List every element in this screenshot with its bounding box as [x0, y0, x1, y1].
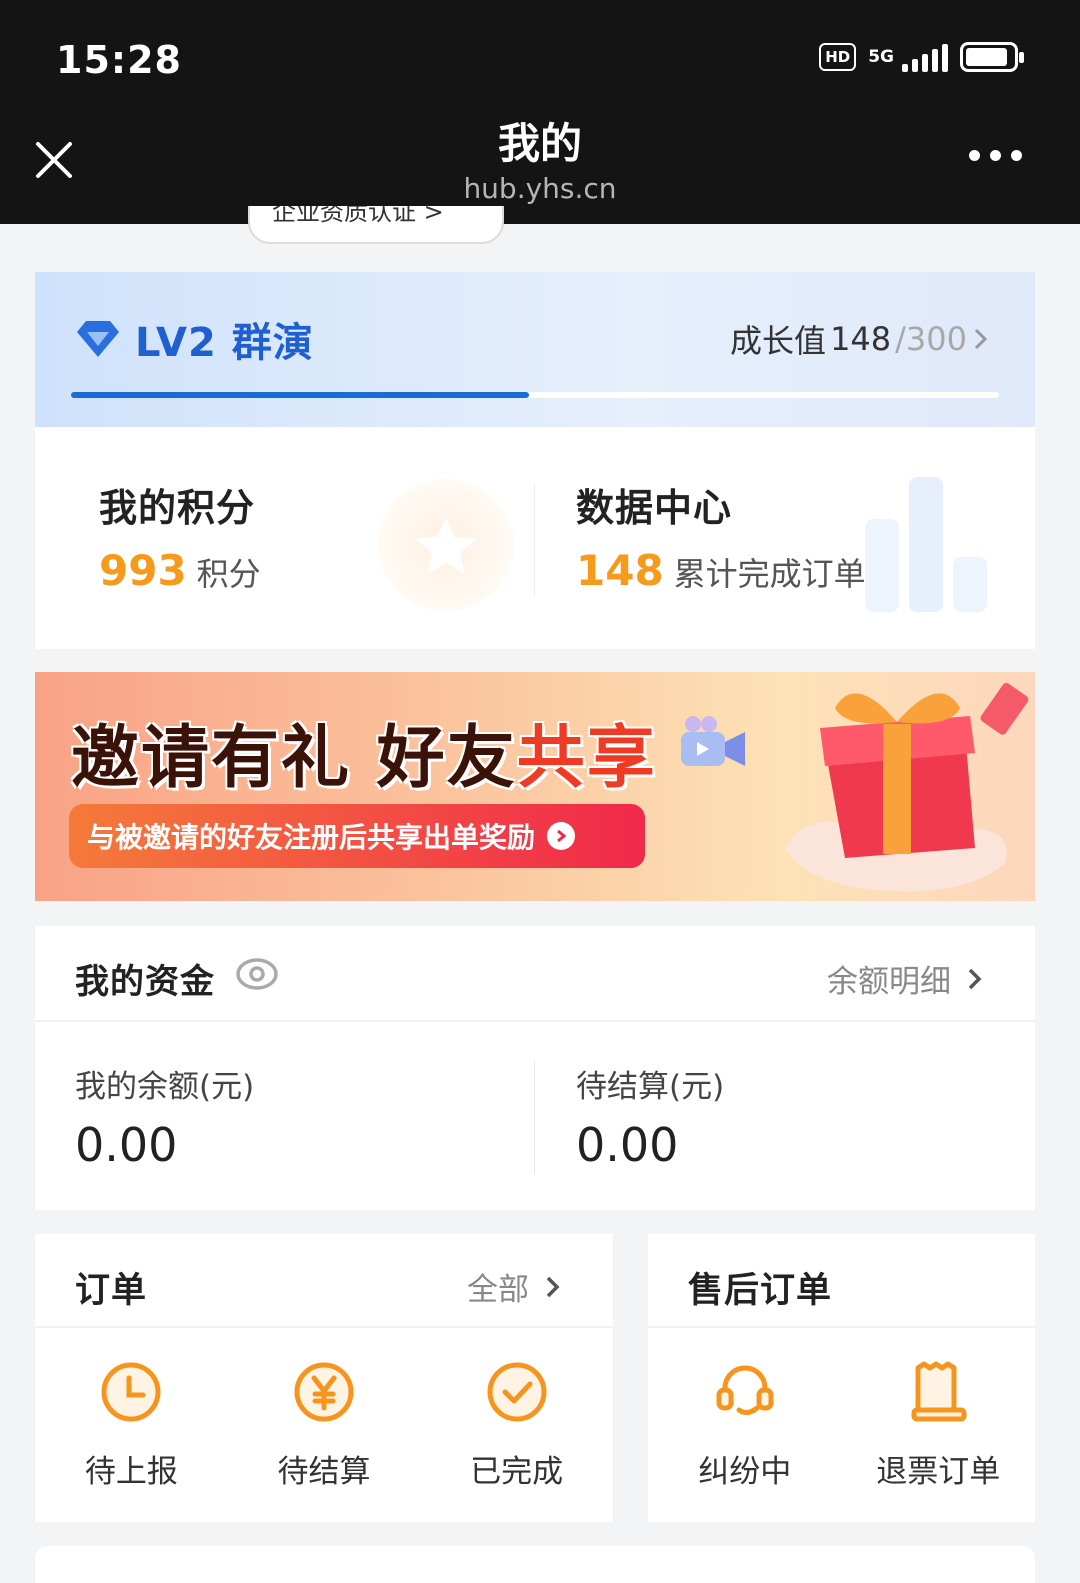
divider	[534, 1060, 535, 1174]
certification-pill[interactable]: 企业资质认证 >	[248, 206, 504, 244]
chevron-right-icon	[974, 328, 988, 350]
diamond-icon	[77, 321, 119, 357]
divider	[534, 483, 535, 597]
signal-icon	[902, 42, 948, 72]
page-url: hub.yhs.cn	[463, 172, 617, 205]
hd-icon: HD	[819, 43, 857, 71]
balance-detail-link[interactable]: 余额明细	[827, 956, 985, 1001]
certification-label: 企业资质认证 >	[272, 206, 444, 226]
status-time: 15:28	[56, 38, 182, 82]
orders-all-link[interactable]: 全部	[467, 1264, 563, 1309]
check-icon	[487, 1362, 547, 1422]
receipt-icon	[911, 1361, 967, 1422]
level-badge: LV2 群演	[75, 310, 314, 368]
orders-completed-value: 148	[576, 546, 664, 595]
status-icons: HD 5G	[819, 42, 1024, 72]
after-sales-header: 售后订单	[648, 1234, 1035, 1328]
order-completed[interactable]: 已完成	[420, 1360, 613, 1491]
level-progress	[71, 392, 999, 398]
chevron-right-icon	[968, 968, 982, 989]
balance-value: 0.00	[75, 1118, 178, 1172]
after-sales-card: 售后订单 纠纷中 退票订单	[648, 1234, 1035, 1522]
banner-cta-button[interactable]: 与被邀请的好友注册后共享出单奖励	[69, 804, 645, 868]
more-icon[interactable]	[969, 150, 1022, 161]
gift-icon	[785, 682, 1029, 892]
growth-value[interactable]: 成长值 148/300	[730, 316, 991, 362]
page-title: 我的	[497, 119, 582, 168]
orders-card: 订单 全部 待上报 待结算 已完成	[35, 1234, 613, 1522]
camera-icon	[681, 716, 745, 766]
pending-item: 待结算(元) 0.00	[576, 1069, 725, 1172]
order-pending-report[interactable]: 待上报	[35, 1360, 228, 1491]
funds-header: 我的资金 余额明细	[35, 926, 1035, 1022]
top-bar: 15:28 HD 5G 我的 hub.yhs.cn	[0, 0, 1080, 224]
balance-item: 我的余额(元) 0.00	[75, 1069, 255, 1172]
star-decoration	[378, 479, 514, 611]
bar-chart-decoration	[865, 477, 987, 612]
stats-card: 我的积分 993 积分 数据中心 148 累计完成订单	[35, 427, 1035, 649]
banner-title: 邀请有礼 好友共享	[71, 719, 657, 798]
points-stat[interactable]: 我的积分 993 积分	[99, 477, 261, 595]
after-sales-refund[interactable]: 退票订单	[842, 1360, 1036, 1491]
level-name: LV2 群演	[135, 320, 314, 366]
next-card	[35, 1546, 1035, 1583]
battery-icon	[960, 42, 1024, 72]
orders-title: 订单	[75, 1271, 148, 1311]
arrow-right-icon	[547, 822, 576, 850]
invite-banner[interactable]: 邀请有礼 好友共享 与被邀请的好友注册后共享出单奖励	[35, 672, 1035, 901]
after-sales-title: 售后订单	[688, 1271, 833, 1311]
chevron-right-icon	[546, 1276, 560, 1297]
funds-title: 我的资金	[75, 962, 215, 1002]
pending-value: 0.00	[576, 1118, 679, 1172]
network-type: 5G	[868, 47, 894, 67]
clock-icon	[101, 1362, 161, 1422]
eye-icon[interactable]	[235, 956, 279, 992]
after-sales-dispute[interactable]: 纠纷中	[648, 1360, 842, 1491]
yen-icon	[294, 1362, 354, 1422]
order-pending-settlement[interactable]: 待结算	[228, 1360, 421, 1491]
points-value: 993	[99, 546, 187, 595]
orders-header: 订单 全部	[35, 1234, 613, 1328]
funds-card: 我的资金 余额明细 我的余额(元) 0.00 待结算(元) 0.00	[35, 926, 1035, 1210]
data-center-stat[interactable]: 数据中心 148 累计完成订单	[576, 477, 866, 595]
headset-icon	[716, 1365, 774, 1416]
level-card[interactable]: LV2 群演 成长值 148/300	[35, 272, 1035, 427]
